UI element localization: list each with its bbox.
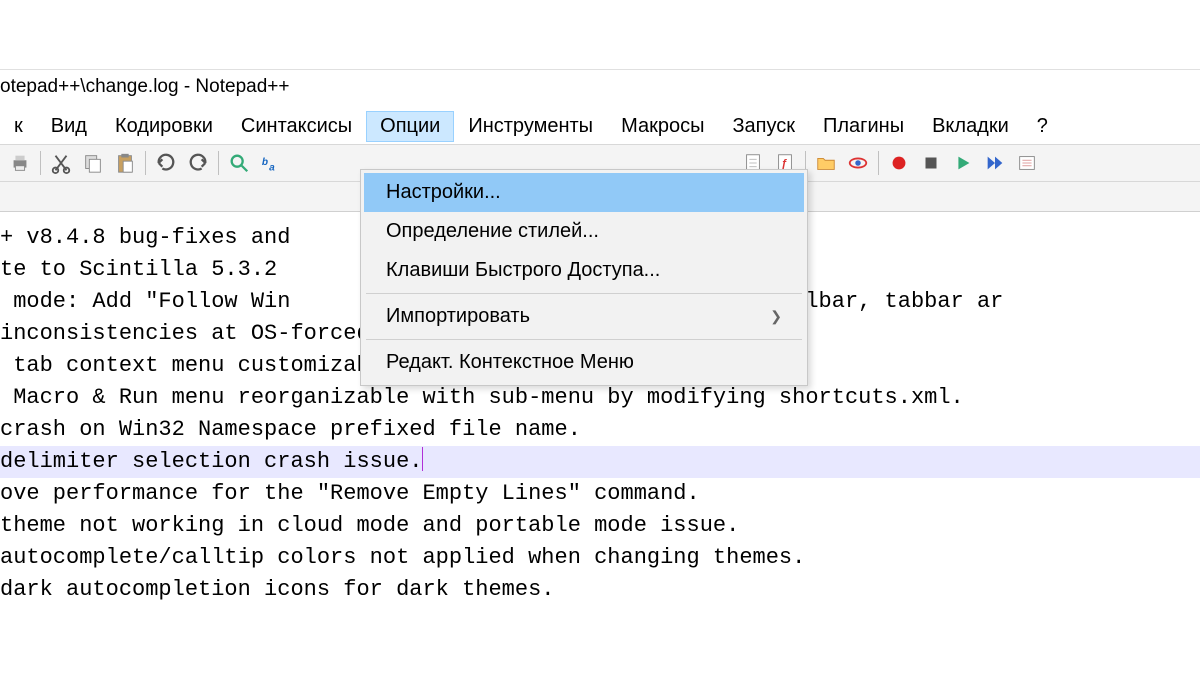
options-dropdown-menu: Настройки... Определение стилей... Клавиши… — [360, 169, 808, 386]
menu-item-7[interactable]: Запуск — [718, 111, 809, 142]
redo-icon[interactable] — [184, 149, 212, 177]
menu-item-2[interactable]: Кодировки — [101, 111, 227, 142]
window-top-spacer — [0, 0, 1200, 70]
menu-item-1[interactable]: Вид — [37, 111, 101, 142]
toolbar-separator — [40, 151, 41, 175]
toolbar-separator — [218, 151, 219, 175]
menubar: кВидКодировкиСинтаксисыОпцииИнструментыМ… — [0, 108, 1200, 144]
dropdown-item-label: Настройки... — [386, 181, 501, 204]
toolbar-separator — [145, 151, 146, 175]
undo-icon[interactable] — [152, 149, 180, 177]
editor-line[interactable]: ove performance for the "Remove Empty Li… — [0, 478, 1200, 510]
dropdown-item-2[interactable]: Клавиши Быстрого Доступа... — [364, 251, 804, 290]
svg-text:a: a — [269, 162, 275, 173]
dropdown-item-0[interactable]: Настройки... — [364, 173, 804, 212]
dropdown-item-label: Импортировать — [386, 305, 530, 328]
play-icon[interactable] — [949, 149, 977, 177]
svg-text:ƒ: ƒ — [781, 158, 787, 170]
print-icon[interactable] — [6, 149, 34, 177]
find-icon[interactable] — [225, 149, 253, 177]
dropdown-item-label: Клавиши Быстрого Доступа... — [386, 259, 660, 282]
editor-line[interactable]: dark autocompletion icons for dark theme… — [0, 574, 1200, 606]
editor-line[interactable]: delimiter selection crash issue. — [0, 446, 1200, 478]
eye-icon[interactable] — [844, 149, 872, 177]
menu-item-4[interactable]: Опции — [366, 111, 454, 142]
editor-line[interactable]: autocomplete/calltip colors not applied … — [0, 542, 1200, 574]
menu-item-10[interactable]: ? — [1023, 111, 1062, 142]
window-title: otepad++\change.log - Notepad++ — [0, 70, 1200, 108]
word-wrap-icon[interactable]: ba — [257, 149, 285, 177]
menu-item-6[interactable]: Макросы — [607, 111, 718, 142]
editor-line[interactable]: crash on Win32 Namespace prefixed file n… — [0, 414, 1200, 446]
menu-item-0[interactable]: к — [0, 111, 37, 142]
dropdown-separator — [366, 339, 802, 340]
dropdown-item-label: Редакт. Контекстное Меню — [386, 351, 634, 374]
stop-icon[interactable] — [917, 149, 945, 177]
dropdown-item-4[interactable]: Импортировать ❯ — [364, 297, 804, 336]
text-caret — [422, 447, 423, 471]
toolbar-separator — [878, 151, 879, 175]
cut-icon[interactable] — [47, 149, 75, 177]
editor-line[interactable]: Macro & Run menu reorganizable with sub-… — [0, 382, 1200, 414]
dropdown-item-6[interactable]: Редакт. Контекстное Меню — [364, 343, 804, 382]
editor-line[interactable]: theme not working in cloud mode and port… — [0, 510, 1200, 542]
list-icon[interactable] — [1013, 149, 1041, 177]
folder-icon[interactable] — [812, 149, 840, 177]
menu-item-8[interactable]: Плагины — [809, 111, 918, 142]
dropdown-separator — [366, 293, 802, 294]
dropdown-item-1[interactable]: Определение стилей... — [364, 212, 804, 251]
svg-text:b: b — [262, 157, 268, 168]
menu-item-9[interactable]: Вкладки — [918, 111, 1023, 142]
chevron-right-icon: ❯ — [770, 308, 782, 325]
menu-item-5[interactable]: Инструменты — [454, 111, 607, 142]
fast-forward-icon[interactable] — [981, 149, 1009, 177]
menu-item-3[interactable]: Синтаксисы — [227, 111, 366, 142]
paste-icon[interactable] — [111, 149, 139, 177]
dropdown-item-label: Определение стилей... — [386, 220, 599, 243]
copy-icon[interactable] — [79, 149, 107, 177]
record-icon[interactable] — [885, 149, 913, 177]
